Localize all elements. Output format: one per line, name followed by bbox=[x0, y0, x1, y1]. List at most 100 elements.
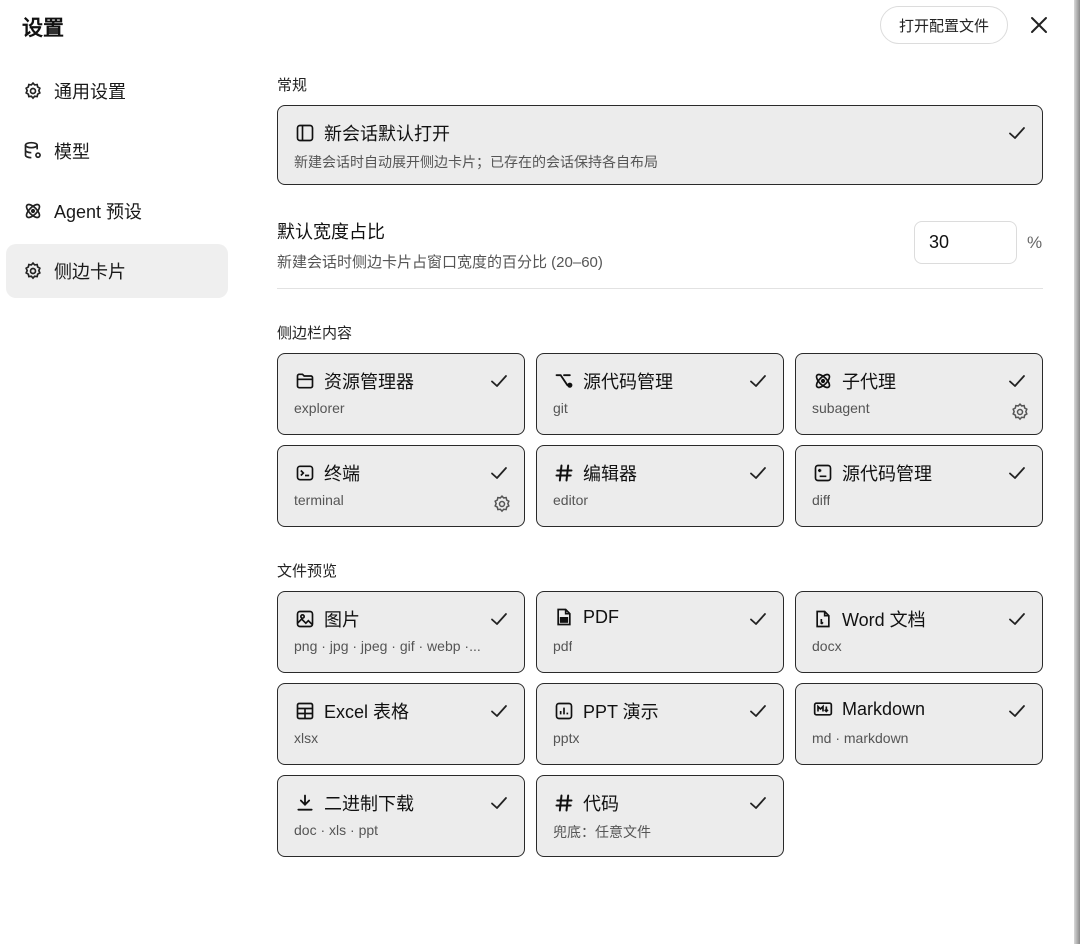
card-subtitle: pdf bbox=[553, 638, 573, 654]
card-title: 图片 bbox=[294, 606, 360, 632]
pdf-file-icon bbox=[553, 606, 575, 628]
default-width-input[interactable] bbox=[914, 221, 1017, 264]
card-settings-gear-icon[interactable] bbox=[1010, 402, 1030, 422]
card-subtitle: png · jpg · jpeg · gif · webp ·... bbox=[294, 638, 481, 654]
open-config-button[interactable]: 打开配置文件 bbox=[880, 6, 1008, 44]
close-icon bbox=[1031, 17, 1047, 33]
card-subtitle: docx bbox=[812, 638, 842, 654]
terminal-icon bbox=[294, 462, 316, 484]
percent-unit: % bbox=[1027, 233, 1043, 252]
card-title: 资源管理器 bbox=[294, 368, 414, 394]
card-title: PPT 演示 bbox=[553, 698, 659, 724]
divider bbox=[277, 288, 1043, 289]
card-subtitle: diff bbox=[812, 492, 831, 508]
check-icon bbox=[1009, 705, 1025, 717]
card-title-label: 源代码管理 bbox=[583, 372, 673, 392]
card-subtitle: terminal bbox=[294, 492, 344, 508]
card-title-label: PPT 演示 bbox=[583, 702, 659, 722]
card-description: 新建会话时自动展开侧边卡片；已存在的会话保持各自布局 bbox=[294, 154, 658, 170]
toggle-card[interactable]: PPT 演示 pptx bbox=[536, 683, 784, 765]
card-title: 新会话默认打开 bbox=[294, 120, 450, 146]
card-title-label: 资源管理器 bbox=[324, 372, 414, 392]
card-title-label: 新会话默认打开 bbox=[324, 124, 450, 144]
card-title-label: 代码 bbox=[583, 794, 619, 814]
diff-icon bbox=[812, 462, 834, 484]
default-width-description: 新建会话时侧边卡片占窗口宽度的百分比 (20–60) bbox=[277, 254, 603, 271]
section-label-sidebar-content: 侧边栏内容 bbox=[277, 325, 353, 342]
check-icon bbox=[1009, 375, 1025, 387]
card-subtitle: pptx bbox=[553, 730, 580, 746]
sidebar-item-label: 侧边卡片 bbox=[54, 262, 126, 282]
folder-icon bbox=[294, 370, 316, 392]
card-title: PDF bbox=[553, 606, 619, 628]
atom-icon bbox=[22, 200, 44, 222]
card-title: Word 文档 bbox=[812, 606, 926, 632]
card-subtitle: git bbox=[553, 400, 568, 416]
sidebar-item-label: 通用设置 bbox=[54, 82, 126, 102]
image-icon bbox=[294, 608, 316, 630]
card-title: Markdown bbox=[812, 698, 925, 720]
sidebar-item-label: 模型 bbox=[54, 142, 90, 162]
settings-sidebar: 通用设置 模型 Agent 预设 侧边卡片 bbox=[6, 64, 228, 304]
card-settings-gear-icon[interactable] bbox=[492, 494, 512, 514]
toggle-card[interactable]: 图片 png · jpg · jpeg · gif · webp ·... bbox=[277, 591, 525, 673]
card-subtitle: 兜底：任意文件 bbox=[553, 824, 651, 840]
card-title: 编辑器 bbox=[553, 460, 637, 486]
check-icon bbox=[491, 705, 507, 717]
toggle-card[interactable]: 代码兜底：任意文件 bbox=[536, 775, 784, 857]
card-title: 终端 bbox=[294, 460, 360, 486]
toggle-card[interactable]: Word 文档 docx bbox=[795, 591, 1043, 673]
check-icon bbox=[750, 705, 766, 717]
atom-icon bbox=[812, 370, 834, 392]
sidebar-item-models[interactable]: 模型 bbox=[6, 124, 228, 178]
card-title-label: Word 文档 bbox=[842, 610, 926, 630]
card-title: 源代码管理 bbox=[553, 368, 673, 394]
gear-icon bbox=[22, 80, 44, 102]
toggle-card[interactable]: PDF pdf bbox=[536, 591, 784, 673]
page-title: 设置 bbox=[22, 17, 64, 40]
card-subtitle: editor bbox=[553, 492, 589, 508]
check-icon bbox=[750, 797, 766, 809]
presentation-icon bbox=[553, 700, 575, 722]
toggle-card[interactable]: 源代码管理 git bbox=[536, 353, 784, 435]
toggle-card[interactable]: Excel 表格 xlsx bbox=[277, 683, 525, 765]
card-title: Excel 表格 bbox=[294, 698, 409, 724]
check-icon bbox=[1009, 127, 1025, 139]
card-subtitle: md · markdown bbox=[812, 730, 909, 746]
toggle-card[interactable]: 资源管理器 explorer bbox=[277, 353, 525, 435]
card-subtitle: subagent bbox=[812, 400, 870, 416]
sidebar-item-general[interactable]: 通用设置 bbox=[6, 64, 228, 118]
card-title-label: 子代理 bbox=[842, 372, 896, 392]
card-title-label: PDF bbox=[583, 606, 619, 627]
toggle-card[interactable]: 源代码管理 diff bbox=[795, 445, 1043, 527]
close-button[interactable] bbox=[1024, 10, 1054, 40]
card-subtitle: xlsx bbox=[294, 730, 319, 746]
card-subtitle: doc · xls · ppt bbox=[294, 822, 379, 838]
toggle-card[interactable]: 二进制下载 doc · xls · ppt bbox=[277, 775, 525, 857]
card-title: 代码 bbox=[553, 790, 619, 816]
check-icon bbox=[750, 375, 766, 387]
card-title-label: Excel 表格 bbox=[324, 702, 410, 722]
toggle-card[interactable]: Markdown md · markdown bbox=[795, 683, 1043, 765]
table-icon bbox=[294, 700, 316, 722]
card-title-label: 编辑器 bbox=[583, 464, 637, 484]
card-title: 源代码管理 bbox=[812, 460, 932, 486]
card-subtitle: explorer bbox=[294, 400, 345, 416]
markdown-icon bbox=[812, 698, 834, 720]
gear-icon bbox=[22, 260, 44, 282]
window-edge bbox=[1074, 0, 1080, 944]
check-icon bbox=[750, 467, 766, 479]
card-title-label: 图片 bbox=[324, 610, 360, 630]
check-icon bbox=[491, 375, 507, 387]
toggle-card[interactable]: 编辑器 editor bbox=[536, 445, 784, 527]
sidebar-item-agent-presets[interactable]: Agent 预设 bbox=[6, 184, 228, 238]
toggle-card[interactable]: 终端 terminal bbox=[277, 445, 525, 527]
sidebar-item-side-cards[interactable]: 侧边卡片 bbox=[6, 244, 228, 298]
default-width-title: 默认宽度占比 bbox=[277, 222, 385, 242]
git-branch-icon bbox=[553, 370, 575, 392]
check-icon bbox=[491, 613, 507, 625]
new-session-default-open-toggle[interactable]: 新会话默认打开 新建会话时自动展开侧边卡片；已存在的会话保持各自布局 bbox=[277, 105, 1043, 185]
database-icon bbox=[22, 140, 44, 162]
toggle-card[interactable]: 子代理 subagent bbox=[795, 353, 1043, 435]
check-icon bbox=[750, 613, 766, 625]
